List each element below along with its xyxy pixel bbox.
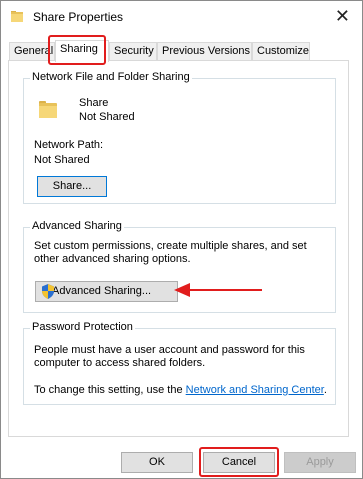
tab-general[interactable]: General bbox=[9, 42, 55, 60]
tab-previous-versions[interactable]: Previous Versions bbox=[157, 42, 252, 60]
close-button[interactable]: ✕ bbox=[335, 5, 350, 27]
network-path-label: Network Path: bbox=[34, 139, 104, 151]
shield-icon bbox=[41, 284, 55, 306]
advanced-sharing-legend: Advanced Sharing bbox=[30, 220, 124, 232]
ok-button[interactable]: OK bbox=[121, 452, 193, 473]
network-path-value: Not Shared bbox=[34, 154, 90, 166]
password-protection-description: People must have a user account and pass… bbox=[34, 344, 305, 369]
sharing-panel: Network File and Folder Sharing Share No… bbox=[8, 60, 349, 437]
advanced-sharing-group: Advanced Sharing Set custom permissions,… bbox=[23, 220, 336, 313]
advanced-sharing-button-label: Advanced Sharing... bbox=[52, 285, 152, 297]
window-title: Share Properties bbox=[33, 10, 124, 24]
apply-button[interactable]: Apply bbox=[284, 452, 356, 473]
tab-sharing[interactable]: Sharing bbox=[55, 40, 109, 62]
folder-icon bbox=[11, 10, 23, 22]
network-sharing-legend: Network File and Folder Sharing bbox=[30, 71, 192, 83]
folder-share-status: Not Shared bbox=[79, 111, 135, 123]
advanced-sharing-button[interactable]: Advanced Sharing... bbox=[35, 281, 178, 302]
network-sharing-center-link[interactable]: Network and Sharing Center bbox=[186, 384, 324, 396]
share-button[interactable]: Share... bbox=[37, 176, 107, 197]
change-setting-text: To change this setting, use the Network … bbox=[34, 384, 327, 396]
network-sharing-group: Network File and Folder Sharing Share No… bbox=[23, 71, 336, 204]
change-setting-prefix: To change this setting, use the bbox=[34, 384, 186, 396]
cancel-highlight-box bbox=[199, 447, 279, 477]
properties-window: Share Properties ✕ General Sharing Secur… bbox=[0, 0, 363, 479]
advanced-sharing-description: Set custom permissions, create multiple … bbox=[34, 240, 307, 265]
password-protection-group: Password Protection People must have a u… bbox=[23, 321, 336, 405]
tab-security[interactable]: Security bbox=[109, 42, 157, 60]
arrow-annotation-icon bbox=[174, 283, 262, 297]
folder-icon bbox=[39, 101, 57, 118]
change-setting-suffix: . bbox=[323, 384, 327, 396]
folder-name: Share bbox=[79, 97, 109, 109]
tab-customize[interactable]: Customize bbox=[252, 42, 310, 60]
title-bar: Share Properties ✕ bbox=[1, 1, 362, 33]
password-protection-legend: Password Protection bbox=[30, 321, 135, 333]
